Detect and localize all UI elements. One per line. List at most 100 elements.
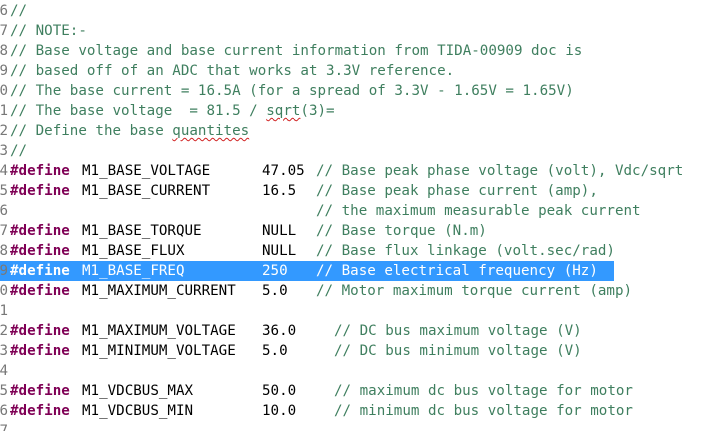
code-line[interactable]: 0 #define M1_MAXIMUM_CURRENT 5.0 // Motor ma… [0,281,701,301]
macro-value: 250 [262,263,288,279]
line-number: 0 [0,83,8,99]
inline-comment: // maximum dc bus voltage for motor [334,383,633,399]
comment-text: // Define the base [10,123,173,139]
spelling-error: sqrt [266,103,301,119]
comment-text: // The base current = 16.5A (for a sprea… [10,83,574,99]
macro-value: 10.0 [262,403,297,419]
inline-comment: // the maximum measurable peak current [316,203,641,219]
code-line[interactable]: 8 #define M1_BASE_FLUX NULL // Base flux lin… [0,241,701,261]
macro-name: M1_VDCBUS_MAX [82,383,194,399]
code-line[interactable]: 6// [0,1,701,21]
line-number: 7 [0,423,8,431]
code-line[interactable]: 9// based off of an ADC that works at 3.… [0,61,701,81]
line-number: 8 [0,243,8,259]
line-number: 6 [0,203,8,219]
line-number: 2 [0,123,8,139]
macro-value: 47.05 [262,163,305,179]
inline-comment: // Base peak phase current (amp), [316,183,598,199]
line-number: 7 [0,23,8,39]
code-line[interactable]: 0// The base current = 16.5A (for a spre… [0,81,701,101]
comment-text: // [10,143,28,159]
macro-name: M1_MAXIMUM_CURRENT [82,283,236,299]
line-number: 5 [0,183,8,199]
preprocessor-keyword: #define [10,163,70,179]
line-content: // based off of an ADC that works at 3.3… [10,61,454,81]
comment-text: // [10,3,28,19]
macro-value: 16.5 [262,183,297,199]
macro-name: M1_BASE_VOLTAGE [82,163,211,179]
code-line[interactable]: 2// Define the base quantites [0,121,701,141]
line-number: 2 [0,323,8,339]
preprocessor-keyword: #define [10,323,70,339]
preprocessor-keyword: #define [10,183,70,199]
line-number: 4 [0,163,8,179]
code-line[interactable]: 6 #define M1_VDCBUS_MIN 10.0 // minimum dc b… [0,401,701,421]
line-number: 6 [0,403,8,419]
code-line[interactable]: 6 // the maximum measurable peak current [0,201,701,221]
code-line[interactable]: 8// Base voltage and base current inform… [0,41,701,61]
line-content: // NOTE:- [10,21,87,41]
comment-text: // Base voltage and base current informa… [10,43,583,59]
code-line[interactable]: 4 [0,361,701,381]
code-line[interactable]: 7 [0,421,701,431]
inline-comment: // Motor maximum torque current (amp) [316,283,633,299]
line-number: 9 [0,263,8,279]
macro-name: M1_BASE_TORQUE [82,223,202,239]
code-line[interactable]: 4 #define M1_BASE_VOLTAGE 47.05 // Base peak… [0,161,701,181]
line-number: 1 [0,303,8,319]
preprocessor-keyword: #define [10,283,70,299]
line-number: 8 [0,43,8,59]
code-line[interactable]: 7 #define M1_BASE_TORQUE NULL // Base torque… [0,221,701,241]
line-number: 0 [0,283,8,299]
line-number: 3 [0,143,8,159]
line-number: 9 [0,63,8,79]
inline-comment: // Base peak phase voltage (volt), Vdc/s… [316,163,684,179]
macro-name: M1_VDCBUS_MIN [82,403,194,419]
macro-name: M1_BASE_FREQ [82,263,185,279]
comment-text: // The base voltage = 81.5 / [10,103,267,119]
line-content: // Define the base quantites [10,121,249,141]
macro-value: NULL [262,243,297,259]
preprocessor-keyword: #define [10,223,70,239]
line-number: 3 [0,343,8,359]
line-content: // [10,141,27,161]
inline-comment: // minimum dc bus voltage for motor [334,403,633,419]
inline-comment: // DC bus maximum voltage (V) [334,323,582,339]
comment-text: (3)= [300,103,335,119]
macro-name: M1_BASE_FLUX [82,243,185,259]
inline-comment: // Base flux linkage (volt.sec/rad) [316,243,615,259]
inline-comment: // DC bus minimum voltage (V) [334,343,582,359]
line-number: 1 [0,103,8,119]
line-content: // [10,1,27,21]
macro-value: 50.0 [262,383,297,399]
code-line[interactable]: 3 #define M1_MINIMUM_VOLTAGE 5.0 // DC bus m… [0,341,701,361]
preprocessor-keyword: #define [10,263,70,279]
line-number: 7 [0,223,8,239]
comment-text: // based off of an ADC that works at 3.3… [10,63,455,79]
code-line[interactable]: 1// The base voltage = 81.5 / sqrt(3)= [0,101,701,121]
code-line[interactable]: 2 #define M1_MAXIMUM_VOLTAGE 36.0 // DC bus … [0,321,701,341]
macro-name: M1_MINIMUM_VOLTAGE [82,343,236,359]
code-line[interactable]: 3// [0,141,701,161]
code-line-selected[interactable]: 9 #define M1_BASE_FREQ 250 // Base electrica… [0,261,614,281]
code-line[interactable]: 1 [0,301,701,321]
code-line[interactable]: 7// NOTE:- [0,21,701,41]
comment-text: // NOTE:- [10,23,87,39]
preprocessor-keyword: #define [10,383,70,399]
line-content: // The base voltage = 81.5 / sqrt(3)= [10,101,335,121]
preprocessor-keyword: #define [10,343,70,359]
inline-comment: // Base electrical frequency (Hz) [316,263,598,279]
line-content: // The base current = 16.5A (for a sprea… [10,81,574,101]
macro-value: NULL [262,223,297,239]
preprocessor-keyword: #define [10,243,70,259]
spelling-error: quantites [172,123,250,139]
macro-name: M1_MAXIMUM_VOLTAGE [82,323,236,339]
code-editor[interactable]: 6//7// NOTE:- 8// Base voltage and base c… [0,0,701,431]
macro-value: 5.0 [262,283,288,299]
code-line[interactable]: 5 #define M1_BASE_CURRENT 16.5 // Base peak … [0,181,701,201]
inline-comment: // Base torque (N.m) [316,223,487,239]
line-number: 4 [0,363,8,379]
code-line[interactable]: 5 #define M1_VDCBUS_MAX 50.0 // maximum dc b… [0,381,701,401]
preprocessor-keyword: #define [10,403,70,419]
macro-value: 36.0 [262,323,297,339]
